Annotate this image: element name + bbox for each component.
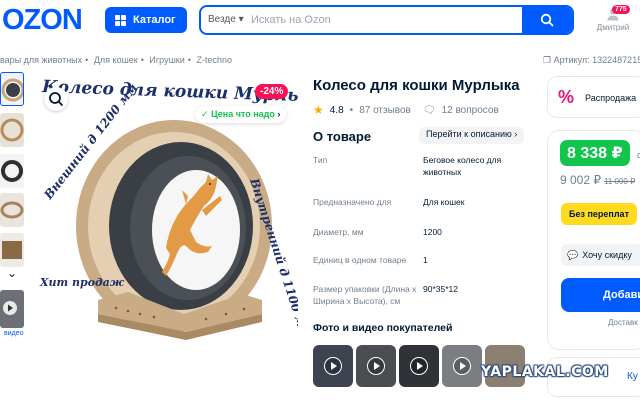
play-icon <box>410 357 428 375</box>
play-icon <box>367 357 385 375</box>
good-price-badge[interactable]: ✓ Цена что надо › <box>195 106 287 123</box>
breadcrumb-item[interactable]: Z-techno <box>196 55 232 65</box>
questions-link[interactable]: 12 вопросов <box>442 105 499 116</box>
spec-key: Размер упаковки (Длина х Ширина х Высота… <box>313 284 417 306</box>
spec-key: Предназначено для <box>313 197 392 207</box>
about-heading: О товаре <box>313 129 372 144</box>
sale-banner[interactable]: % Распродажа <box>547 76 640 118</box>
site-watermark: YAPLAKAL.COM <box>481 364 609 380</box>
gallery-thumb[interactable] <box>0 113 24 147</box>
breadcrumb-item[interactable]: Игрушки <box>149 55 184 65</box>
customer-photos-heading: Фото и видео покупателей <box>313 322 453 334</box>
chevron-down-icon: ▾ <box>238 14 244 25</box>
rating-row: ★ 4.8 • 87 отзывов 🗨 12 вопросов <box>313 103 499 117</box>
reviews-link[interactable]: 87 отзывов <box>359 105 411 116</box>
customer-video-thumb[interactable] <box>356 345 396 387</box>
spec-key: Диаметр, мм <box>313 227 364 237</box>
notifications-badge: 775 <box>612 5 630 14</box>
spec-value: 1200 <box>423 227 442 237</box>
discount-badge: -24% <box>255 84 289 99</box>
header: OZON Каталог Везде ▾ Дмитрий 775 <box>0 0 640 44</box>
spec-key: Единиц в одном товаре <box>313 255 407 265</box>
price-with-card: 8 338 ₽ <box>560 140 630 166</box>
breadcrumb-item[interactable]: Для кошек <box>94 55 138 65</box>
gallery-video-thumb[interactable] <box>0 290 24 328</box>
price-without-card: 9 002 ₽11 000 ₽ <box>560 173 636 187</box>
wheel-thumb-image <box>0 154 24 188</box>
questions-icon: 🗨 <box>422 104 436 116</box>
video-thumb-image <box>0 290 24 328</box>
rating-value: 4.8 <box>329 104 344 116</box>
customer-video-thumb[interactable] <box>442 345 482 387</box>
gallery-thumb[interactable] <box>0 154 24 188</box>
search-button[interactable] <box>522 7 572 33</box>
check-icon: ✓ <box>201 109 209 119</box>
article-number[interactable]: ❐ Артикул: 1322487215 <box>543 55 640 66</box>
percent-icon: % <box>558 87 575 107</box>
user-name: Дмитрий <box>596 23 630 32</box>
customer-video-thumb[interactable] <box>399 345 439 387</box>
wheel-thumb-image <box>0 113 24 147</box>
breadcrumb: вары для животных • Для кошек • Игрушки • Z… <box>0 55 232 65</box>
spec-value: Беговое колесо для животных <box>423 155 502 177</box>
add-to-cart-button[interactable]: Добави <box>561 278 640 312</box>
catalog-button-label: Каталог <box>133 14 176 26</box>
chevron-right-icon: › <box>514 129 518 139</box>
gallery-thumb[interactable] <box>0 233 24 267</box>
search-bar: Везде ▾ <box>199 5 574 35</box>
delivery-info: Доставк <box>608 318 638 327</box>
thumbs-scroll-down-button[interactable]: ⌄ <box>2 266 22 282</box>
to-description-button[interactable]: Перейти к описанию › <box>419 127 525 144</box>
chevron-right-icon: › <box>277 109 281 119</box>
catalog-button[interactable]: Каталог <box>105 7 187 33</box>
chevron-down-icon: ⌄ <box>6 266 18 280</box>
wheel-thumb-image <box>0 193 24 227</box>
ozon-logo[interactable]: OZON <box>2 4 83 37</box>
breadcrumb-item[interactable]: вары для животных <box>0 55 82 65</box>
spec-key: Тип <box>313 155 328 165</box>
no-overpay-badge[interactable]: Без переплат <box>561 203 637 225</box>
gallery-thumb[interactable] <box>0 193 24 227</box>
zoom-button[interactable] <box>44 87 68 111</box>
gallery-thumb[interactable] <box>0 72 24 106</box>
catalog-grid-icon <box>115 14 126 26</box>
search-input[interactable] <box>251 11 521 29</box>
search-scope-select[interactable]: Везде ▾ <box>208 14 244 25</box>
play-icon <box>324 357 342 375</box>
customer-video-thumb[interactable] <box>313 345 353 387</box>
spec-value: Для кошек <box>423 197 465 207</box>
star-icon: ★ <box>313 103 324 117</box>
wheel-thumb-image <box>0 233 24 267</box>
strikethrough-price: 11 000 ₽ <box>604 177 636 186</box>
spec-value: 1 <box>423 255 428 265</box>
product-title: Колесо для кошки Мурлыка <box>313 77 520 94</box>
want-discount-button[interactable]: 💬 Хочу скидку <box>561 244 640 266</box>
video-label: видео <box>4 330 24 337</box>
wheel-thumb-image <box>1 78 23 102</box>
spec-value: 90*35*12 <box>423 284 458 294</box>
hit-text: Хит продаж <box>39 276 125 289</box>
chat-icon: 💬 <box>567 249 579 260</box>
play-icon <box>453 357 471 375</box>
zoom-icon <box>49 92 63 106</box>
copy-icon: ❐ <box>543 55 552 65</box>
search-icon <box>540 13 554 27</box>
